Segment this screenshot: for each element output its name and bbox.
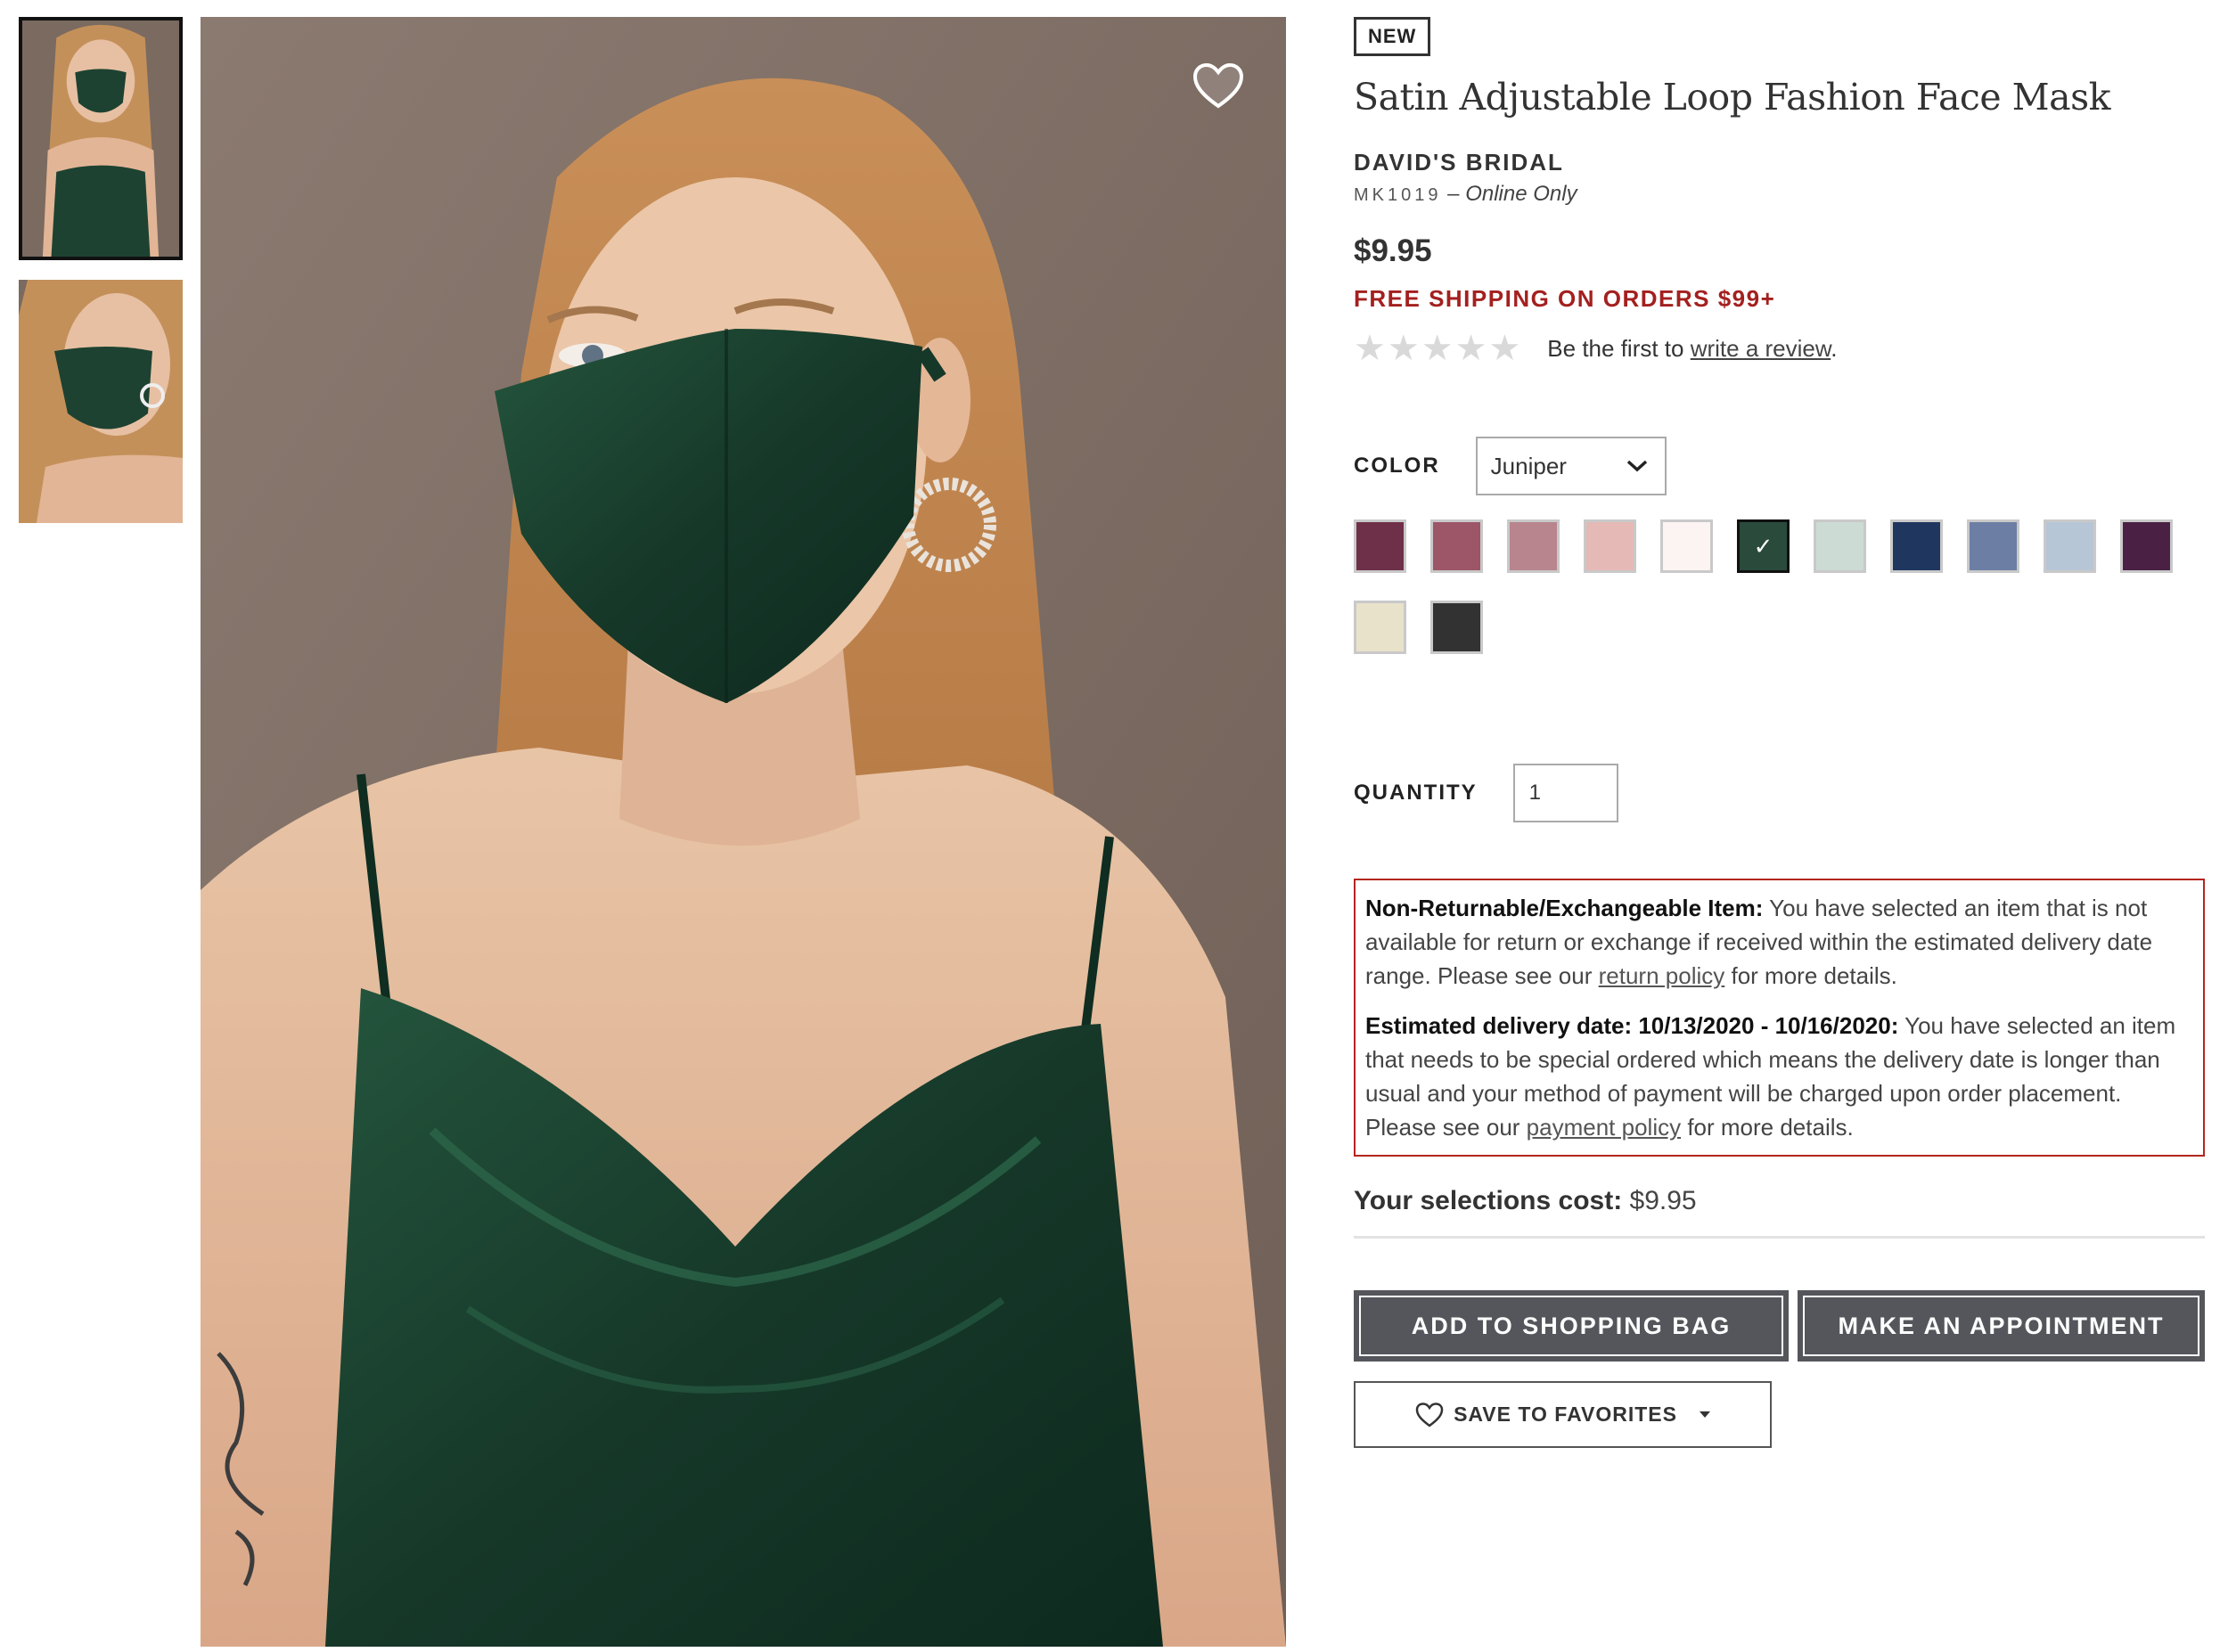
brand-name: DAVID'S BRIDAL [1354, 149, 1564, 176]
free-shipping-promo: FREE SHIPPING ON ORDERS $99+ [1354, 285, 1776, 312]
sku-separator: – [1447, 182, 1460, 206]
star-icon: ★ [1454, 329, 1487, 368]
selections-cost-label: Your selections cost: [1354, 1186, 1623, 1215]
sku-line: MK1019 – Online Only [1354, 182, 2205, 207]
color-swatch[interactable] [1354, 601, 1406, 654]
color-swatch[interactable] [1890, 519, 1943, 573]
thumbnail-front-image [22, 20, 179, 257]
write-review-link[interactable]: write a review [1691, 335, 1831, 362]
make-appointment-label: MAKE AN APPOINTMENT [1803, 1296, 2199, 1356]
sku-code: MK1019 [1354, 185, 1442, 205]
color-select[interactable]: Juniper [1475, 437, 1667, 495]
color-swatches: ✓ [1354, 519, 2191, 654]
color-swatch[interactable] [1660, 519, 1713, 573]
color-swatch[interactable] [1430, 519, 1483, 573]
price: $9.95 [1354, 233, 1432, 268]
add-to-bag-button[interactable]: ADD TO SHOPPING BAG [1354, 1290, 1789, 1362]
color-swatch[interactable] [1967, 519, 2019, 573]
color-swatch[interactable]: ✓ [1737, 519, 1790, 573]
main-product-image [201, 17, 1286, 1647]
color-row: COLOR Juniper [1354, 437, 1667, 495]
quantity-input[interactable] [1512, 764, 1618, 822]
quantity-row: QUANTITY [1354, 764, 1618, 822]
make-appointment-button[interactable]: MAKE AN APPOINTMENT [1789, 1290, 2205, 1362]
color-swatch[interactable] [1354, 519, 1406, 573]
favorite-heart-icon[interactable] [1192, 61, 1245, 111]
rating-row: ★ ★ ★ ★ ★ Be the first to write a review… [1354, 329, 2205, 368]
availability: Online Only [1465, 182, 1577, 206]
checkmark-icon: ✓ [1753, 533, 1773, 560]
model-photo [201, 17, 1286, 1647]
star-rating: ★ ★ ★ ★ ★ [1354, 331, 1520, 366]
quantity-label: QUANTITY [1354, 781, 1478, 805]
color-select-value: Juniper [1490, 452, 1567, 479]
add-to-bag-label: ADD TO SHOPPING BAG [1359, 1296, 1783, 1356]
thumbnail-side[interactable] [19, 280, 183, 523]
heart-icon [1415, 1402, 1444, 1427]
review-prefix: Be the first to [1547, 334, 1691, 362]
return-policy-link[interactable]: return policy [1599, 962, 1725, 989]
save-to-favorites-label: SAVE TO FAVORITES [1454, 1403, 1677, 1426]
save-to-favorites-button[interactable]: SAVE TO FAVORITES [1354, 1381, 1772, 1448]
return-notice-after: for more details. [1724, 962, 1897, 989]
review-suffix: . [1831, 334, 1838, 362]
delivery-notice: Estimated delivery date: 10/13/2020 - 10… [1365, 1009, 2193, 1144]
color-label: COLOR [1354, 454, 1440, 478]
color-swatch[interactable] [1430, 601, 1483, 654]
return-notice: Non-Returnable/Exchangeable Item: You ha… [1365, 891, 2193, 993]
star-icon: ★ [1421, 329, 1454, 368]
star-icon: ★ [1354, 329, 1386, 368]
payment-policy-link[interactable]: payment policy [1527, 1114, 1681, 1141]
color-swatch[interactable] [1507, 519, 1560, 573]
thumbnail-front[interactable] [19, 17, 183, 260]
new-badge: NEW [1354, 17, 1431, 56]
delivery-notice-heading: Estimated delivery date: 10/13/2020 - 10… [1365, 1012, 1899, 1039]
thumbnail-side-image [19, 280, 183, 523]
selections-cost: Your selections cost: $9.95 [1354, 1186, 2205, 1239]
color-swatch[interactable] [2120, 519, 2173, 573]
product-details-panel: NEW Satin Adjustable Loop Fashion Face M… [1354, 17, 2205, 1448]
review-prompt: Be the first to write a review. [1547, 335, 1837, 363]
star-icon: ★ [1488, 329, 1521, 368]
chevron-down-icon [1626, 460, 1647, 472]
return-notice-heading: Non-Returnable/Exchangeable Item: [1365, 895, 1764, 921]
product-title: Satin Adjustable Loop Fashion Face Mask [1354, 76, 2111, 119]
color-swatch[interactable] [2044, 519, 2096, 573]
selections-cost-value: $9.95 [1622, 1186, 1697, 1215]
color-swatch[interactable] [1584, 519, 1636, 573]
caret-down-icon[interactable] [1699, 1411, 1711, 1419]
star-icon: ★ [1387, 329, 1420, 368]
delivery-notice-after: for more details. [1681, 1114, 1854, 1141]
color-swatch[interactable] [1814, 519, 1866, 573]
order-notice: Non-Returnable/Exchangeable Item: You ha… [1354, 879, 2205, 1157]
